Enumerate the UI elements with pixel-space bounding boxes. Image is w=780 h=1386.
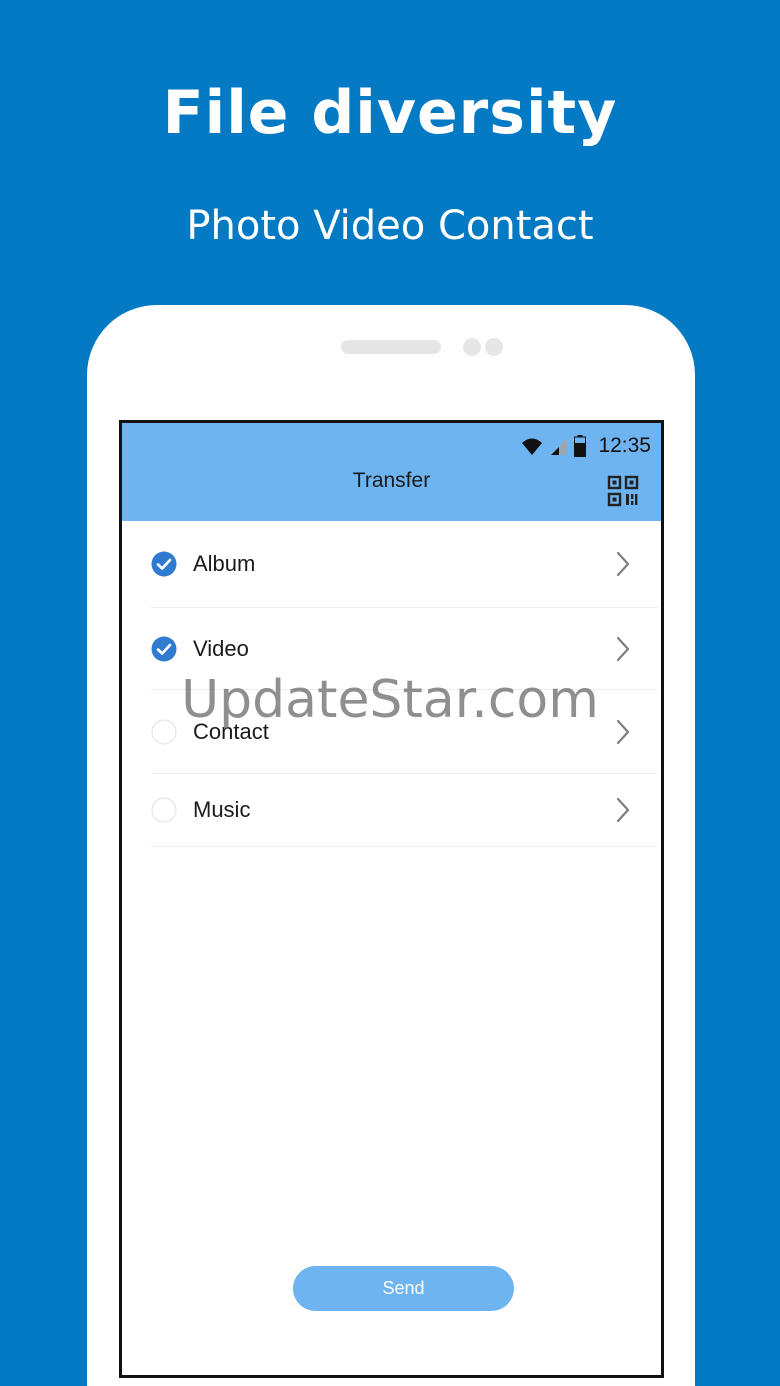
battery-icon [574,435,587,457]
phone-sensor-dot [485,338,503,356]
chevron-right-icon [615,796,631,824]
file-type-row-video[interactable]: Video [151,608,657,690]
promo-subheadline: Photo Video Contact [186,203,594,249]
file-type-label: Video [193,635,249,661]
signal-icon [551,438,568,455]
qr-code-icon [607,475,639,507]
phone-screen: 12:35 Transfer Album Video Contact Music… [119,420,664,1378]
chevron-right-icon [615,550,631,578]
phone-camera-dot [463,338,481,356]
file-type-row-music[interactable]: Music [151,774,657,847]
qr-code-button[interactable] [607,475,639,507]
file-type-label: Music [193,797,251,822]
file-type-label: Album [193,551,256,576]
file-type-label: Contact [193,718,269,744]
app-title: Transfer [352,469,431,492]
chevron-right-icon [615,718,631,746]
status-bar: 12:35 [520,433,651,459]
status-time: 12:35 [598,434,651,457]
unchecked-circle-icon[interactable] [151,718,177,745]
promo-headline: File diversity [162,78,618,148]
send-button[interactable]: Send [293,1266,514,1311]
unchecked-circle-icon[interactable] [151,797,177,823]
checked-circle-icon[interactable] [151,551,177,577]
chevron-right-icon [615,635,631,663]
phone-speaker [341,340,441,354]
wifi-icon [522,438,543,455]
app-bar: 12:35 Transfer [122,423,661,521]
file-type-row-album[interactable]: Album [151,521,657,608]
file-type-row-contact[interactable]: Contact [151,690,657,774]
checked-circle-icon[interactable] [151,636,177,662]
file-type-list: Album Video Contact Music [122,521,661,847]
